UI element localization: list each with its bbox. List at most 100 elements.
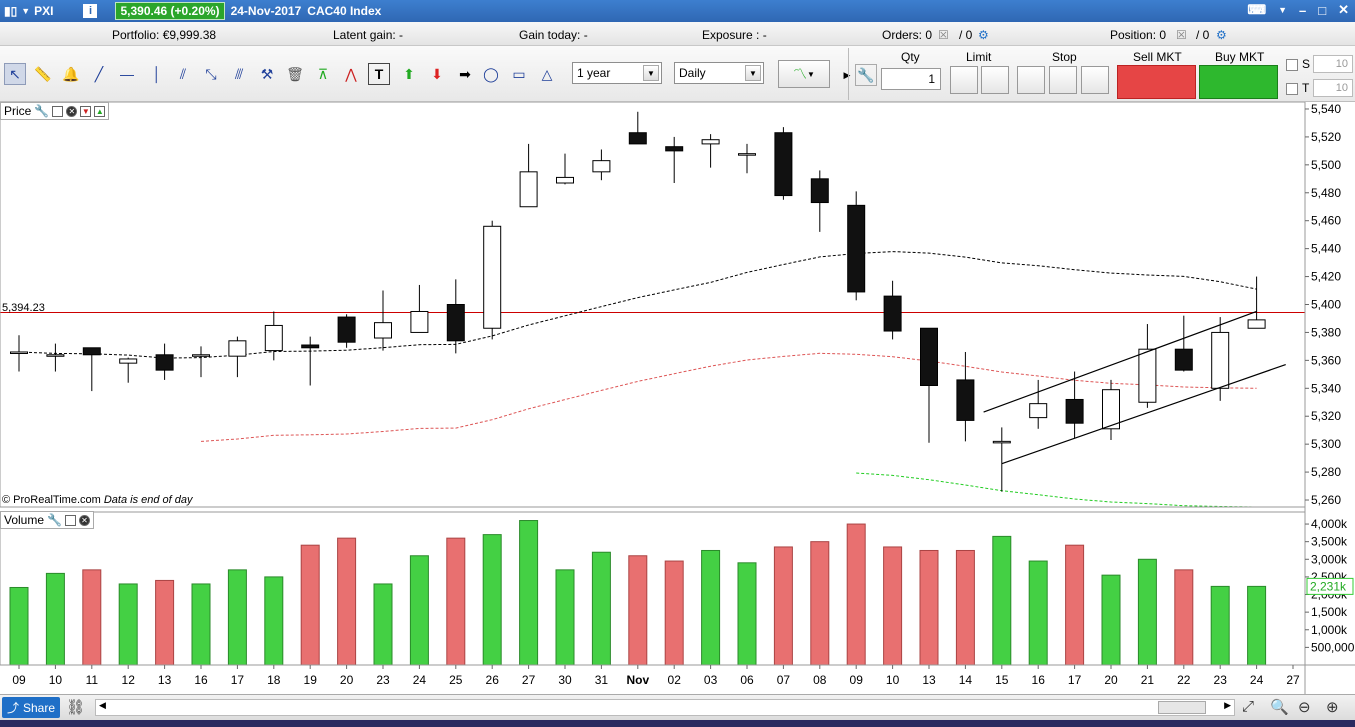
fibonacci-icon[interactable]: ⊼ [312,63,334,85]
x-tick-label: 21 [1141,673,1155,687]
interval-select[interactable]: Daily ▼ [674,62,764,84]
window-icon[interactable] [64,514,76,526]
zoom-out-icon[interactable]: ⊖ [1298,698,1311,716]
rectangle-icon[interactable]: ▭ [508,63,530,85]
x-tick-label: 16 [194,673,208,687]
candle-body [738,153,756,156]
indicators-button[interactable]: 〽 ▼ [778,60,830,88]
zoom-fit-icon[interactable]: ⤢ [1242,698,1254,715]
volume-bar [591,551,611,666]
tools-icon[interactable]: ⚒ [256,63,278,85]
channel-icon[interactable]: ⫽ [172,63,194,85]
watermark-copyright: © ProRealTime.com [2,494,101,506]
trendline-icon[interactable]: ╱ [88,63,110,85]
x-tick-label: 24 [1250,673,1264,687]
title-bar: ▮▯ ▼ PXI i 5,390.46 (+0.20%) 24-Nov-2017… [0,0,1355,22]
horizontal-scrollbar[interactable]: ◀ ▶ [95,699,1235,716]
move-down-icon[interactable]: ▼ [80,105,92,117]
limit-sell-button[interactable] [981,66,1009,94]
wrench-icon[interactable]: 🔧 [855,64,877,86]
account-bar: Portfolio: €9,999.38 Latent gain: - Gain… [0,22,1355,46]
position-settings-icon[interactable]: ⚙ [1216,28,1227,42]
buy-mkt-button[interactable] [1199,65,1278,99]
up-arrow-icon[interactable]: ⬆ [398,63,420,85]
indicators-icon: 〽 [793,66,808,82]
qty-input[interactable]: 1 [881,68,941,90]
chart-svg[interactable]: 5,540 5,520 5,500 5,480 5,460 5,440 5,420 5,400… [0,101,1355,694]
stop-advanced-button[interactable] [1081,66,1109,94]
stop-sell-button[interactable] [1049,66,1077,94]
x-tick-label: 20 [1104,673,1118,687]
arrow-line-icon[interactable]: ⤡ [200,63,222,85]
target-checkbox[interactable] [1286,83,1298,95]
ellipse-icon[interactable]: ◯ [480,63,502,85]
info-icon[interactable]: i [83,4,98,18]
minimize-icon[interactable]: – [1299,3,1306,18]
period-select[interactable]: 1 year ▼ [572,62,662,84]
volume-bar [482,534,502,666]
scroll-left-icon[interactable]: ◀ [99,700,106,711]
zoom-auto-icon[interactable]: 🔍 [1270,698,1289,716]
x-tick-label: 02 [668,673,682,687]
position-cancel-icon[interactable]: ☒ [1176,28,1187,42]
x-tick-label: 18 [267,673,281,687]
price-tick-label: 5,260 [1311,493,1341,507]
sell-mkt-button[interactable] [1117,65,1196,99]
zoom-in-icon[interactable]: ⊕ [1326,698,1339,716]
price-chart[interactable] [0,111,1305,508]
orders-cancel-icon[interactable]: ☒ [938,28,949,42]
stop-value-input[interactable]: 10 [1313,55,1353,73]
keyboard-icon[interactable]: ⌨ [1247,2,1266,18]
limit-buy-button[interactable] [950,66,978,94]
candle-body [701,139,720,145]
stop-buy-button[interactable] [1017,66,1045,94]
stop-checkbox[interactable] [1286,59,1298,71]
x-tick-label: 23 [376,673,390,687]
close-panel-icon[interactable]: ✕ [78,514,90,526]
candle-body [1138,348,1157,403]
volume-bar [846,523,866,666]
ticker-selector[interactable]: ▮▯ ▼ PXI [4,4,53,18]
vertical-line-icon[interactable]: │ [146,63,168,85]
scroll-thumb[interactable] [1158,701,1206,714]
volume-bar [1065,544,1085,666]
candle-body [956,379,975,421]
target-value-input[interactable]: 10 [1313,79,1353,97]
volume-chart[interactable] [9,520,1267,666]
share-button[interactable]: ⤴ Share [2,697,60,718]
fibonacci-fan-icon[interactable]: ⋀ [340,63,362,85]
wrench-icon[interactable]: 🔧 [34,104,49,118]
chart-area[interactable]: 5,540 5,520 5,500 5,480 5,460 5,440 5,420 5,400… [0,101,1355,694]
candle-body [483,225,502,329]
close-panel-icon[interactable]: ✕ [66,105,78,117]
x-tick-label: 10 [886,673,900,687]
alert-bell-icon[interactable]: 🔔 [60,63,82,85]
sync-icon[interactable]: ⛓ [66,698,85,716]
fan-line-icon[interactable]: ⫻ [228,63,250,85]
maximize-icon[interactable]: □ [1318,3,1326,18]
down-arrow-icon[interactable]: ⬇ [426,63,448,85]
x-tick-label: 08 [813,673,827,687]
stop-target-panel: S 10 T 10 [1283,48,1355,100]
text-icon[interactable]: T [368,63,390,85]
close-icon[interactable]: ✕ [1338,2,1349,18]
right-arrow-icon[interactable]: ➡ [454,63,476,85]
window-icon[interactable] [52,105,64,117]
scroll-right-icon[interactable]: ▶ [1224,700,1231,711]
volume-bar [9,586,29,666]
volume-bar [337,537,357,666]
volume-bar [1247,585,1267,666]
pointer-icon[interactable]: ↖ [4,63,26,85]
horizontal-line-icon[interactable]: — [116,63,138,85]
move-up-icon[interactable]: ▲ [94,105,106,117]
ruler-icon[interactable]: 📏 [32,63,54,85]
candle-body [1065,398,1084,424]
price-tick-label: 5,400 [1311,298,1341,312]
trash-icon[interactable]: 🗑 [284,63,306,85]
wrench-icon[interactable]: 🔧 [47,513,62,527]
volume-bar [82,569,102,666]
orders-settings-icon[interactable]: ⚙ [978,28,989,42]
candle-body [1211,331,1230,389]
dropdown-menu-icon[interactable]: ▼ [1278,5,1287,15]
triangle-icon[interactable]: △ [536,63,558,85]
